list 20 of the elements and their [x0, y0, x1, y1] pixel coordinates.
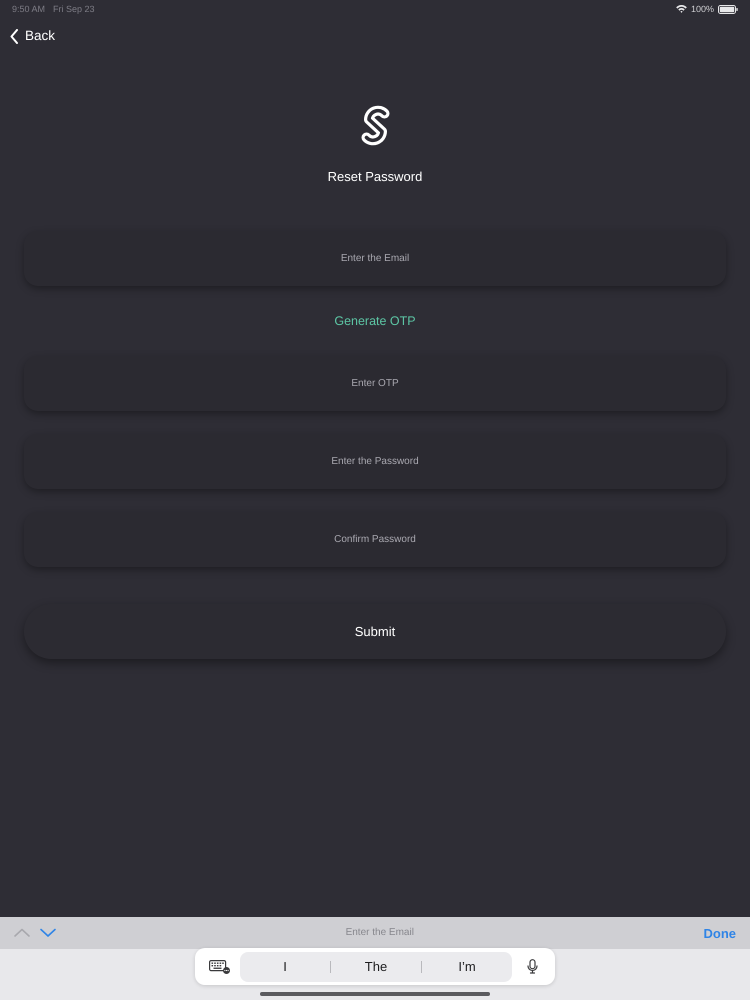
text-field[interactable]: Confirm Password — [24, 512, 726, 567]
keyboard-icon[interactable] — [209, 960, 230, 974]
page-title: Reset Password — [328, 168, 422, 186]
suggestion-item[interactable]: I’m — [422, 960, 512, 973]
text-field[interactable]: Enter the Email — [24, 231, 726, 286]
battery-percent: 100% — [690, 4, 714, 14]
chevron-left-icon — [10, 28, 19, 44]
status-time: 9:50 AM — [12, 4, 46, 14]
suggestion-item[interactable]: The — [331, 960, 421, 973]
battery-icon — [718, 4, 738, 14]
suggestion-item[interactable]: I — [240, 960, 330, 973]
wifi-icon — [676, 5, 687, 13]
microphone-icon[interactable] — [527, 959, 538, 974]
status-date: Fri Sep 23 — [53, 4, 95, 14]
text-field[interactable]: Enter OTP — [24, 356, 726, 411]
generate-otp-link[interactable]: Generate OTP — [334, 314, 416, 328]
text-field[interactable]: Enter the Password — [24, 434, 726, 489]
submit-button[interactable]: Submit — [24, 604, 726, 659]
field-label: Enter the Email — [346, 928, 414, 938]
back-button[interactable]: Back — [10, 28, 56, 44]
